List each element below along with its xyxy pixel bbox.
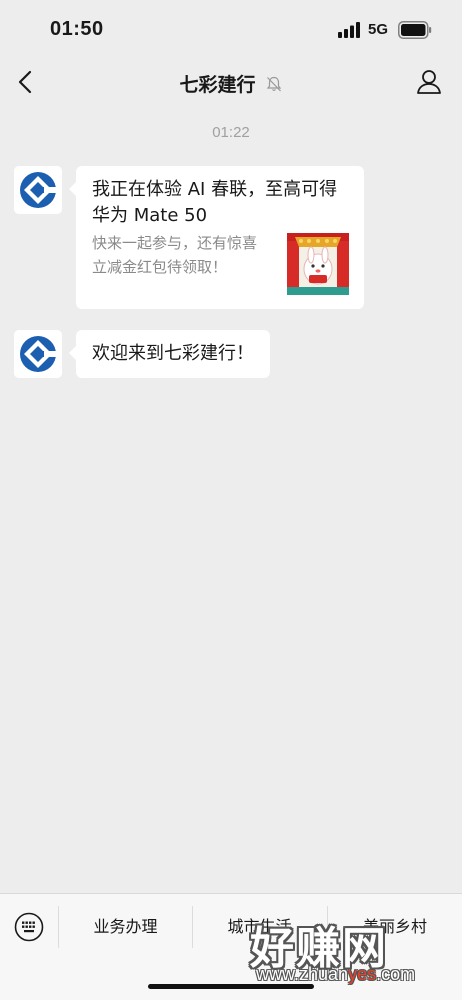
message-timestamp: 01:22 bbox=[212, 124, 250, 141]
network-type: 5G bbox=[368, 21, 389, 38]
message-text: 欢迎来到七彩建行！ bbox=[92, 343, 254, 364]
menu-item-business[interactable]: 业务办理 bbox=[59, 904, 192, 950]
battery-icon bbox=[398, 21, 432, 39]
nav-title-area: 七彩建行 bbox=[0, 70, 462, 97]
status-time: 01:50 bbox=[50, 18, 104, 40]
ccb-logo-icon bbox=[14, 166, 62, 214]
chat-screen: 01:50 5G 七彩建行 01:22 我正在体验 AI 春联，至高可得华为 M… bbox=[0, 0, 462, 1000]
card-title: 我正在体验 AI 春联，至高可得华为 Mate 50 bbox=[92, 179, 338, 226]
keyboard-icon[interactable] bbox=[14, 912, 44, 942]
watermark-url: www.zhuanyes.com bbox=[256, 964, 416, 984]
message-card[interactable]: 我正在体验 AI 春联，至高可得华为 Mate 50 快来一起参与，还有惊喜立减… bbox=[69, 166, 364, 309]
nav-bar: 七彩建行 bbox=[0, 58, 462, 108]
avatar[interactable] bbox=[14, 166, 62, 214]
avatar[interactable] bbox=[14, 330, 62, 378]
status-bar: 01:50 5G bbox=[0, 0, 462, 58]
mute-icon bbox=[266, 76, 281, 92]
signal-icon bbox=[338, 22, 360, 38]
ccb-logo-icon bbox=[14, 330, 62, 378]
card-description: 快来一起参与，还有惊喜立减金红包待领取！ bbox=[92, 234, 258, 276]
card-thumbnail-image bbox=[287, 233, 349, 295]
message-text-bubble[interactable]: 欢迎来到七彩建行！ bbox=[69, 330, 270, 378]
page-title: 七彩建行 bbox=[179, 74, 256, 96]
home-indicator bbox=[148, 984, 314, 989]
profile-icon[interactable] bbox=[416, 68, 442, 96]
